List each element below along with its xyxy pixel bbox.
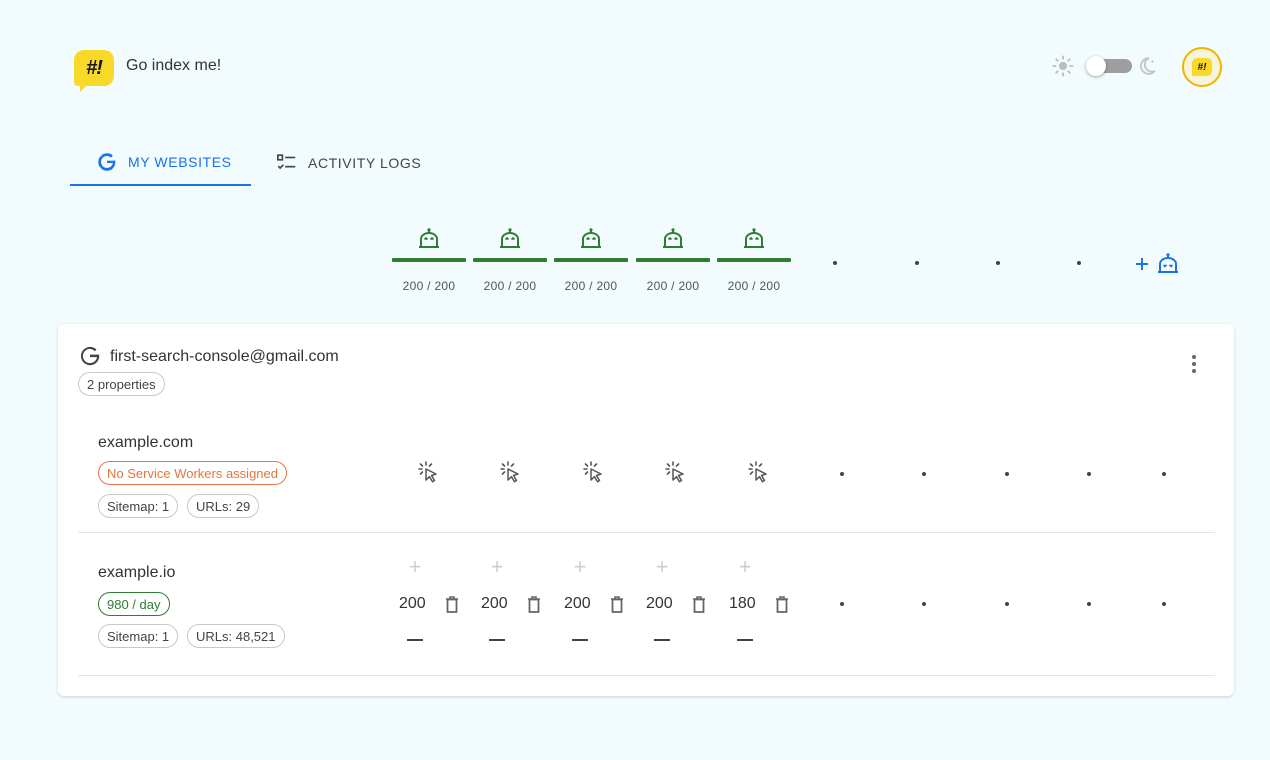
- quota-control: + 200: [481, 556, 561, 656]
- sun-icon: [1052, 55, 1074, 77]
- increase-button[interactable]: +: [406, 556, 424, 578]
- service-worker-column[interactable]: 200 / 200: [392, 228, 466, 293]
- robot-icon: [500, 228, 520, 248]
- avatar-logo: #!: [1192, 58, 1212, 76]
- status-badge: 980 / day: [98, 592, 170, 616]
- site-name: example.com: [98, 434, 194, 451]
- assign-cursor-icon[interactable]: [664, 461, 686, 485]
- empty-slot-dot: [1162, 472, 1166, 476]
- assign-cursor-icon[interactable]: [582, 461, 604, 485]
- trash-icon[interactable]: [691, 594, 707, 614]
- quota-bar: [636, 258, 710, 262]
- quota-value: 200: [646, 595, 673, 612]
- trash-icon[interactable]: [526, 594, 542, 614]
- trash-icon[interactable]: [444, 594, 460, 614]
- urls-chip: URLs: 29: [187, 494, 260, 518]
- quota-value: 200: [399, 595, 426, 612]
- quota-value: 200: [481, 595, 508, 612]
- service-worker-column[interactable]: 200 / 200: [717, 228, 791, 293]
- quota-label: 200 / 200: [564, 279, 618, 293]
- quota-value: 200: [564, 595, 591, 612]
- quota-control: + 180: [729, 556, 809, 656]
- quota-label: 200 / 200: [727, 279, 781, 293]
- decrease-button[interactable]: [737, 639, 753, 641]
- google-icon: [80, 346, 100, 366]
- quota-value: 180: [729, 595, 756, 612]
- increase-button[interactable]: +: [736, 556, 754, 578]
- service-worker-column[interactable]: 200 / 200: [554, 228, 628, 293]
- switch-knob[interactable]: [1086, 56, 1106, 76]
- empty-slot-dot: [1077, 261, 1081, 265]
- quota-bar: [473, 258, 547, 262]
- empty-slot-dot: [1005, 472, 1009, 476]
- quota-bar: [717, 258, 791, 262]
- quota-bar: [554, 258, 628, 262]
- properties-chip: 2 properties: [78, 372, 165, 396]
- user-avatar[interactable]: #!: [1182, 47, 1222, 87]
- empty-slot-dot: [996, 261, 1000, 265]
- trash-icon[interactable]: [609, 594, 625, 614]
- tab-label: ACTIVITY LOGS: [308, 155, 422, 171]
- sitemap-chip: Sitemap: 1: [98, 624, 179, 648]
- robot-icon: [419, 228, 439, 248]
- increase-button[interactable]: +: [571, 556, 589, 578]
- theme-toggle[interactable]: [1052, 54, 1156, 78]
- urls-chip: URLs: 48,521: [187, 624, 285, 648]
- more-vert-icon[interactable]: [1184, 352, 1204, 376]
- google-icon: [98, 153, 116, 171]
- empty-slot-dot: [840, 602, 844, 606]
- decrease-button[interactable]: [407, 639, 423, 641]
- quota-label: 200 / 200: [402, 279, 456, 293]
- status-badge: No Service Workers assigned: [98, 461, 287, 485]
- add-service-worker-button[interactable]: [1134, 252, 1188, 276]
- empty-slot-dot: [915, 261, 919, 265]
- tab-activity-logs[interactable]: ACTIVITY LOGS: [276, 140, 421, 186]
- site-name: example.io: [98, 564, 176, 581]
- add-robot-icon: [1158, 253, 1178, 273]
- app-logo: #!: [74, 50, 114, 92]
- increase-button[interactable]: +: [653, 556, 671, 578]
- checklist-icon: [277, 154, 296, 170]
- empty-slot-dot: [1162, 602, 1166, 606]
- assign-cursor-icon[interactable]: [747, 461, 769, 485]
- increase-button[interactable]: +: [488, 556, 506, 578]
- plus-icon: [1136, 258, 1148, 270]
- empty-slot-dot: [840, 472, 844, 476]
- assign-cursor-icon[interactable]: [417, 461, 439, 485]
- trash-icon[interactable]: [774, 594, 790, 614]
- tab-label: MY WEBSITES: [128, 154, 232, 170]
- empty-slot-dot: [833, 261, 837, 265]
- quota-control: + 200: [646, 556, 726, 656]
- moon-icon: [1140, 57, 1156, 75]
- quota-bar: [392, 258, 466, 262]
- assign-cursor-icon[interactable]: [499, 461, 521, 485]
- empty-slot-dot: [922, 472, 926, 476]
- row-divider: [78, 675, 1215, 676]
- robot-icon: [581, 228, 601, 248]
- decrease-button[interactable]: [489, 639, 505, 641]
- sitemap-chip: Sitemap: 1: [98, 494, 179, 518]
- quota-control: + 200: [564, 556, 644, 656]
- service-worker-column[interactable]: 200 / 200: [473, 228, 547, 293]
- decrease-button[interactable]: [572, 639, 588, 641]
- app-title: Go index me!: [126, 57, 222, 74]
- robot-icon: [663, 228, 683, 248]
- row-divider: [78, 532, 1215, 533]
- empty-slot-dot: [1087, 472, 1091, 476]
- empty-slot-dot: [922, 602, 926, 606]
- service-worker-column[interactable]: 200 / 200: [636, 228, 710, 293]
- tab-my-websites[interactable]: MY WEBSITES: [70, 140, 251, 186]
- quota-label: 200 / 200: [646, 279, 700, 293]
- empty-slot-dot: [1005, 602, 1009, 606]
- account-email: first-search-console@gmail.com: [110, 348, 339, 365]
- empty-slot-dot: [1087, 602, 1091, 606]
- robot-icon: [744, 228, 764, 248]
- quota-label: 200 / 200: [483, 279, 537, 293]
- decrease-button[interactable]: [654, 639, 670, 641]
- quota-control: + 200: [399, 556, 479, 656]
